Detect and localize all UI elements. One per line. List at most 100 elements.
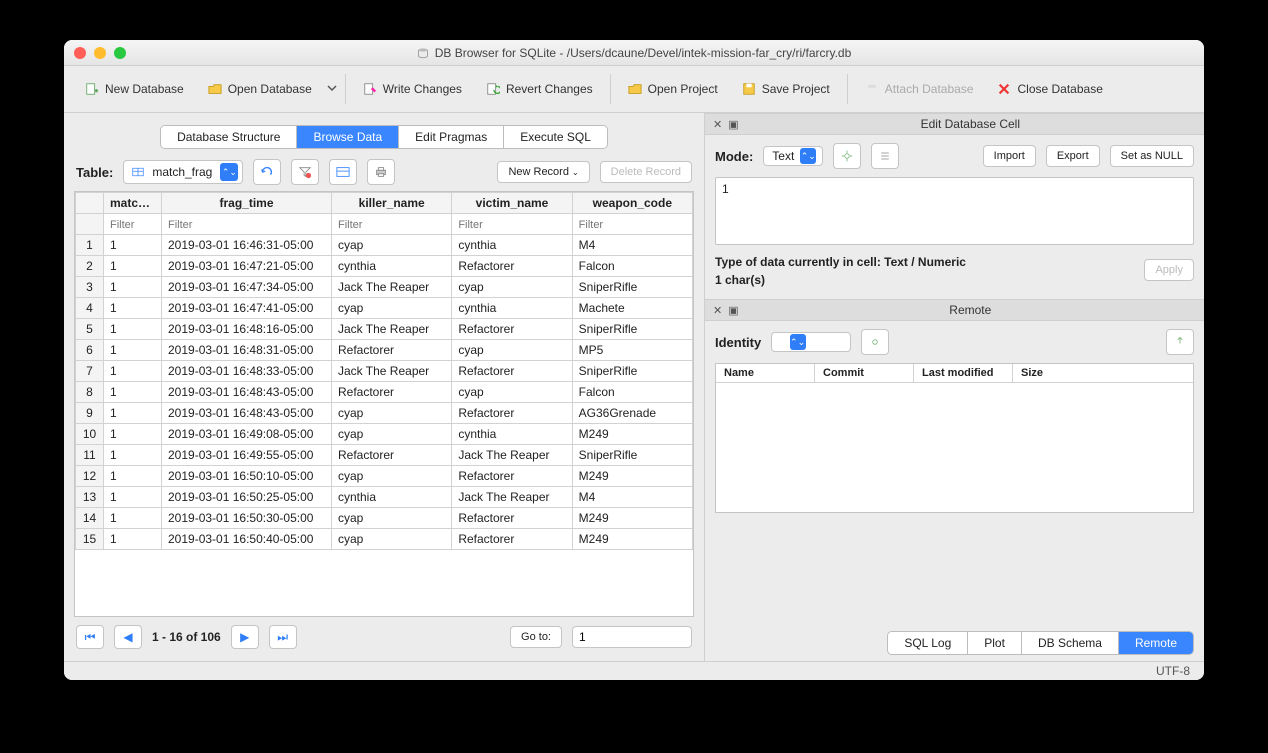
cell[interactable]: 2019-03-01 16:46:31-05:00 xyxy=(162,235,332,256)
remote-push-button[interactable] xyxy=(1166,329,1194,355)
cell[interactable]: cyap xyxy=(452,277,572,298)
clear-filters-button[interactable] xyxy=(291,159,319,185)
cell[interactable]: 2019-03-01 16:48:43-05:00 xyxy=(162,382,332,403)
save-filter-button[interactable] xyxy=(329,159,357,185)
mode-select[interactable]: Text ⌃⌄ xyxy=(763,146,823,166)
table-row[interactable]: 1412019-03-01 16:50:30-05:00cyapRefactor… xyxy=(76,508,693,529)
cell[interactable]: 1 xyxy=(104,424,162,445)
cell[interactable]: Refactorer xyxy=(332,445,452,466)
cell[interactable]: M249 xyxy=(572,508,692,529)
last-page-button[interactable]: ⏭ xyxy=(269,625,297,649)
cell[interactable]: M249 xyxy=(572,424,692,445)
open-project-button[interactable]: Open Project xyxy=(619,77,727,101)
goto-input[interactable] xyxy=(572,626,692,648)
cell[interactable]: cyap xyxy=(332,466,452,487)
cell[interactable]: 1 xyxy=(104,256,162,277)
cell[interactable]: 1 xyxy=(104,403,162,424)
cell[interactable]: Jack The Reaper xyxy=(452,445,572,466)
cell[interactable]: 1 xyxy=(104,361,162,382)
table-row[interactable]: 612019-03-01 16:48:31-05:00Refactorercya… xyxy=(76,340,693,361)
cell[interactable]: 2019-03-01 16:47:41-05:00 xyxy=(162,298,332,319)
cell[interactable]: 2019-03-01 16:49:08-05:00 xyxy=(162,424,332,445)
cell[interactable]: Refactorer xyxy=(452,361,572,382)
cell[interactable]: Refactorer xyxy=(452,508,572,529)
table-row[interactable]: 1112019-03-01 16:49:55-05:00RefactorerJa… xyxy=(76,445,693,466)
table-row[interactable]: 1212019-03-01 16:50:10-05:00cyapRefactor… xyxy=(76,466,693,487)
cell[interactable]: cynthia xyxy=(332,256,452,277)
table-row[interactable]: 1012019-03-01 16:49:08-05:00cyapcynthiaM… xyxy=(76,424,693,445)
import-button[interactable]: Import xyxy=(983,145,1036,167)
cell[interactable]: SniperRifle xyxy=(572,361,692,382)
tab-browse-data[interactable]: Browse Data xyxy=(297,126,399,148)
cell[interactable]: 1 xyxy=(104,487,162,508)
new-database-button[interactable]: New Database xyxy=(76,77,193,101)
cell[interactable]: SniperRifle xyxy=(572,319,692,340)
tab-remote[interactable]: Remote xyxy=(1119,632,1193,654)
cell[interactable]: 1 xyxy=(104,277,162,298)
editor-settings-button[interactable] xyxy=(833,143,861,169)
tab-db-schema[interactable]: DB Schema xyxy=(1022,632,1119,654)
tab-plot[interactable]: Plot xyxy=(968,632,1022,654)
cell[interactable]: cynthia xyxy=(452,424,572,445)
cell[interactable]: Refactorer xyxy=(452,403,572,424)
write-changes-button[interactable]: Write Changes xyxy=(354,77,471,101)
cell-value-editor[interactable]: 1 xyxy=(715,177,1194,245)
prev-page-button[interactable]: ◀ xyxy=(114,625,142,649)
tab-execute-sql[interactable]: Execute SQL xyxy=(504,126,607,148)
cell[interactable]: 2019-03-01 16:48:31-05:00 xyxy=(162,340,332,361)
cell[interactable]: cynthia xyxy=(452,235,572,256)
cell[interactable]: cynthia xyxy=(452,298,572,319)
close-window-button[interactable] xyxy=(74,47,86,59)
set-null-button[interactable]: Set as NULL xyxy=(1110,145,1194,167)
cell[interactable]: SniperRifle xyxy=(572,445,692,466)
cell[interactable]: Refactorer xyxy=(452,256,572,277)
table-row[interactable]: 912019-03-01 16:48:43-05:00cyapRefactore… xyxy=(76,403,693,424)
cell[interactable]: 1 xyxy=(104,340,162,361)
column-header[interactable]: frag_time xyxy=(162,193,332,214)
cell[interactable]: Jack The Reaper xyxy=(332,361,452,382)
data-grid[interactable]: match_id frag_time killer_name victim_na… xyxy=(74,191,694,617)
panel-detach-icon[interactable]: ▣ xyxy=(728,118,738,131)
open-database-button[interactable]: Open Database xyxy=(199,77,321,101)
cell[interactable]: 1 xyxy=(104,298,162,319)
cell[interactable]: cyap xyxy=(452,382,572,403)
cell[interactable]: Refactorer xyxy=(332,340,452,361)
filter-input[interactable] xyxy=(338,219,445,231)
tab-edit-pragmas[interactable]: Edit Pragmas xyxy=(399,126,504,148)
cell[interactable]: 2019-03-01 16:50:30-05:00 xyxy=(162,508,332,529)
cell[interactable]: 2019-03-01 16:47:34-05:00 xyxy=(162,277,332,298)
column-header[interactable]: victim_name xyxy=(452,193,572,214)
cell[interactable]: Falcon xyxy=(572,256,692,277)
identity-settings-button[interactable] xyxy=(861,329,889,355)
table-row[interactable]: 212019-03-01 16:47:21-05:00cynthiaRefact… xyxy=(76,256,693,277)
panel-close-icon[interactable]: ✕ xyxy=(713,304,722,317)
next-page-button[interactable]: ▶ xyxy=(231,625,259,649)
table-row[interactable]: 812019-03-01 16:48:43-05:00Refactorercya… xyxy=(76,382,693,403)
cell[interactable]: cyap xyxy=(332,235,452,256)
filter-input[interactable] xyxy=(168,219,325,231)
cell[interactable]: 1 xyxy=(104,508,162,529)
cell[interactable]: cynthia xyxy=(332,487,452,508)
remote-col-commit[interactable]: Commit xyxy=(815,364,914,382)
table-select[interactable]: match_frag ⌃⌄ xyxy=(123,160,243,184)
cell[interactable]: M249 xyxy=(572,529,692,550)
panel-close-icon[interactable]: ✕ xyxy=(713,118,722,131)
first-page-button[interactable]: ⏮ xyxy=(76,625,104,649)
table-row[interactable]: 312019-03-01 16:47:34-05:00Jack The Reap… xyxy=(76,277,693,298)
table-row[interactable]: 712019-03-01 16:48:33-05:00Jack The Reap… xyxy=(76,361,693,382)
export-button[interactable]: Export xyxy=(1046,145,1100,167)
table-row[interactable]: 1312019-03-01 16:50:25-05:00cynthiaJack … xyxy=(76,487,693,508)
new-record-button[interactable]: New Record⌄ xyxy=(497,161,589,183)
table-row[interactable]: 1512019-03-01 16:50:40-05:00cyapRefactor… xyxy=(76,529,693,550)
cell[interactable]: SniperRifle xyxy=(572,277,692,298)
cell[interactable]: 2019-03-01 16:48:33-05:00 xyxy=(162,361,332,382)
cell[interactable]: Refactorer xyxy=(332,382,452,403)
cell[interactable]: Jack The Reaper xyxy=(332,277,452,298)
indent-button[interactable] xyxy=(871,143,899,169)
cell[interactable]: MP5 xyxy=(572,340,692,361)
remote-col-name[interactable]: Name xyxy=(716,364,815,382)
identity-select[interactable]: ⌃⌄ xyxy=(771,332,851,352)
cell[interactable]: cyap xyxy=(332,298,452,319)
remote-col-modified[interactable]: Last modified xyxy=(914,364,1013,382)
cell[interactable]: Jack The Reaper xyxy=(452,487,572,508)
